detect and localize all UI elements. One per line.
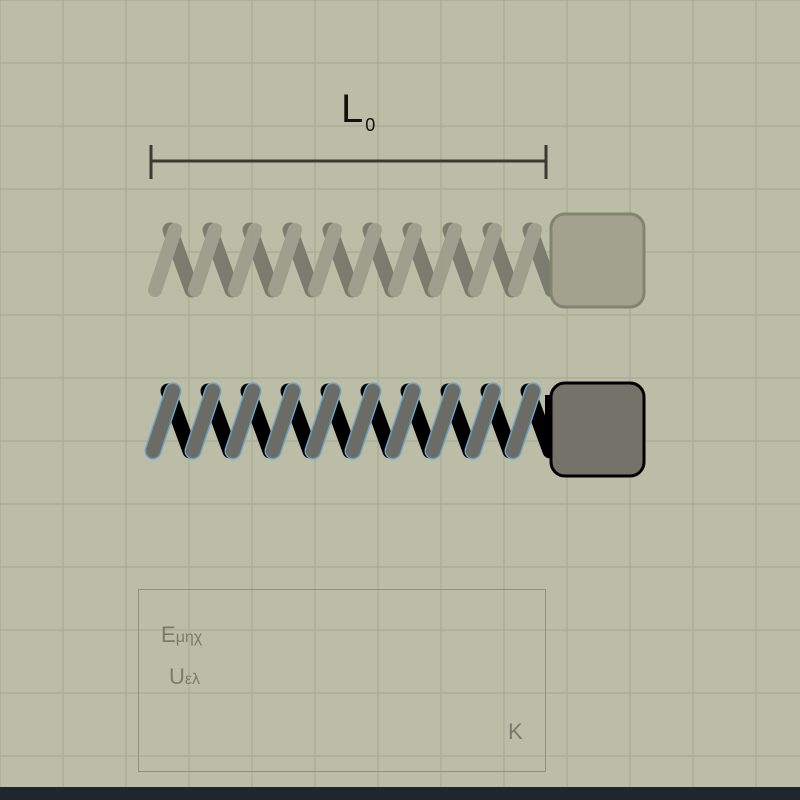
coil-front — [386, 384, 420, 458]
length-measure: L0 — [149, 87, 548, 179]
coil-front — [308, 223, 342, 297]
ghost-block[interactable] — [549, 212, 646, 309]
coil-front — [146, 384, 180, 458]
coil-front — [506, 384, 540, 458]
coil-front — [266, 384, 300, 458]
coil-front — [306, 384, 340, 458]
coil-front — [468, 223, 502, 297]
ghost-spring-natural-length — [148, 222, 560, 298]
coil-front — [186, 384, 220, 458]
elastic-energy-label: Uελ — [169, 664, 201, 689]
bottom-bar — [0, 787, 800, 800]
spring[interactable] — [144, 382, 558, 460]
coil-front — [426, 384, 460, 458]
coil-front — [428, 223, 462, 297]
kinetic-energy-label: K — [508, 719, 523, 744]
measure-label: L0 — [341, 87, 375, 135]
coil-front — [346, 384, 380, 458]
coil-front — [466, 384, 500, 458]
coil-front — [226, 384, 260, 458]
coil-front — [188, 223, 222, 297]
coil-front — [148, 223, 182, 297]
energy-panel: Eμηχ Uελ K — [138, 589, 546, 772]
coil-front — [348, 223, 382, 297]
coil-front — [508, 223, 542, 297]
coil-front — [268, 223, 302, 297]
block[interactable] — [549, 381, 646, 478]
mechanical-energy-label: Eμηχ — [161, 622, 203, 647]
coil-front — [388, 223, 422, 297]
